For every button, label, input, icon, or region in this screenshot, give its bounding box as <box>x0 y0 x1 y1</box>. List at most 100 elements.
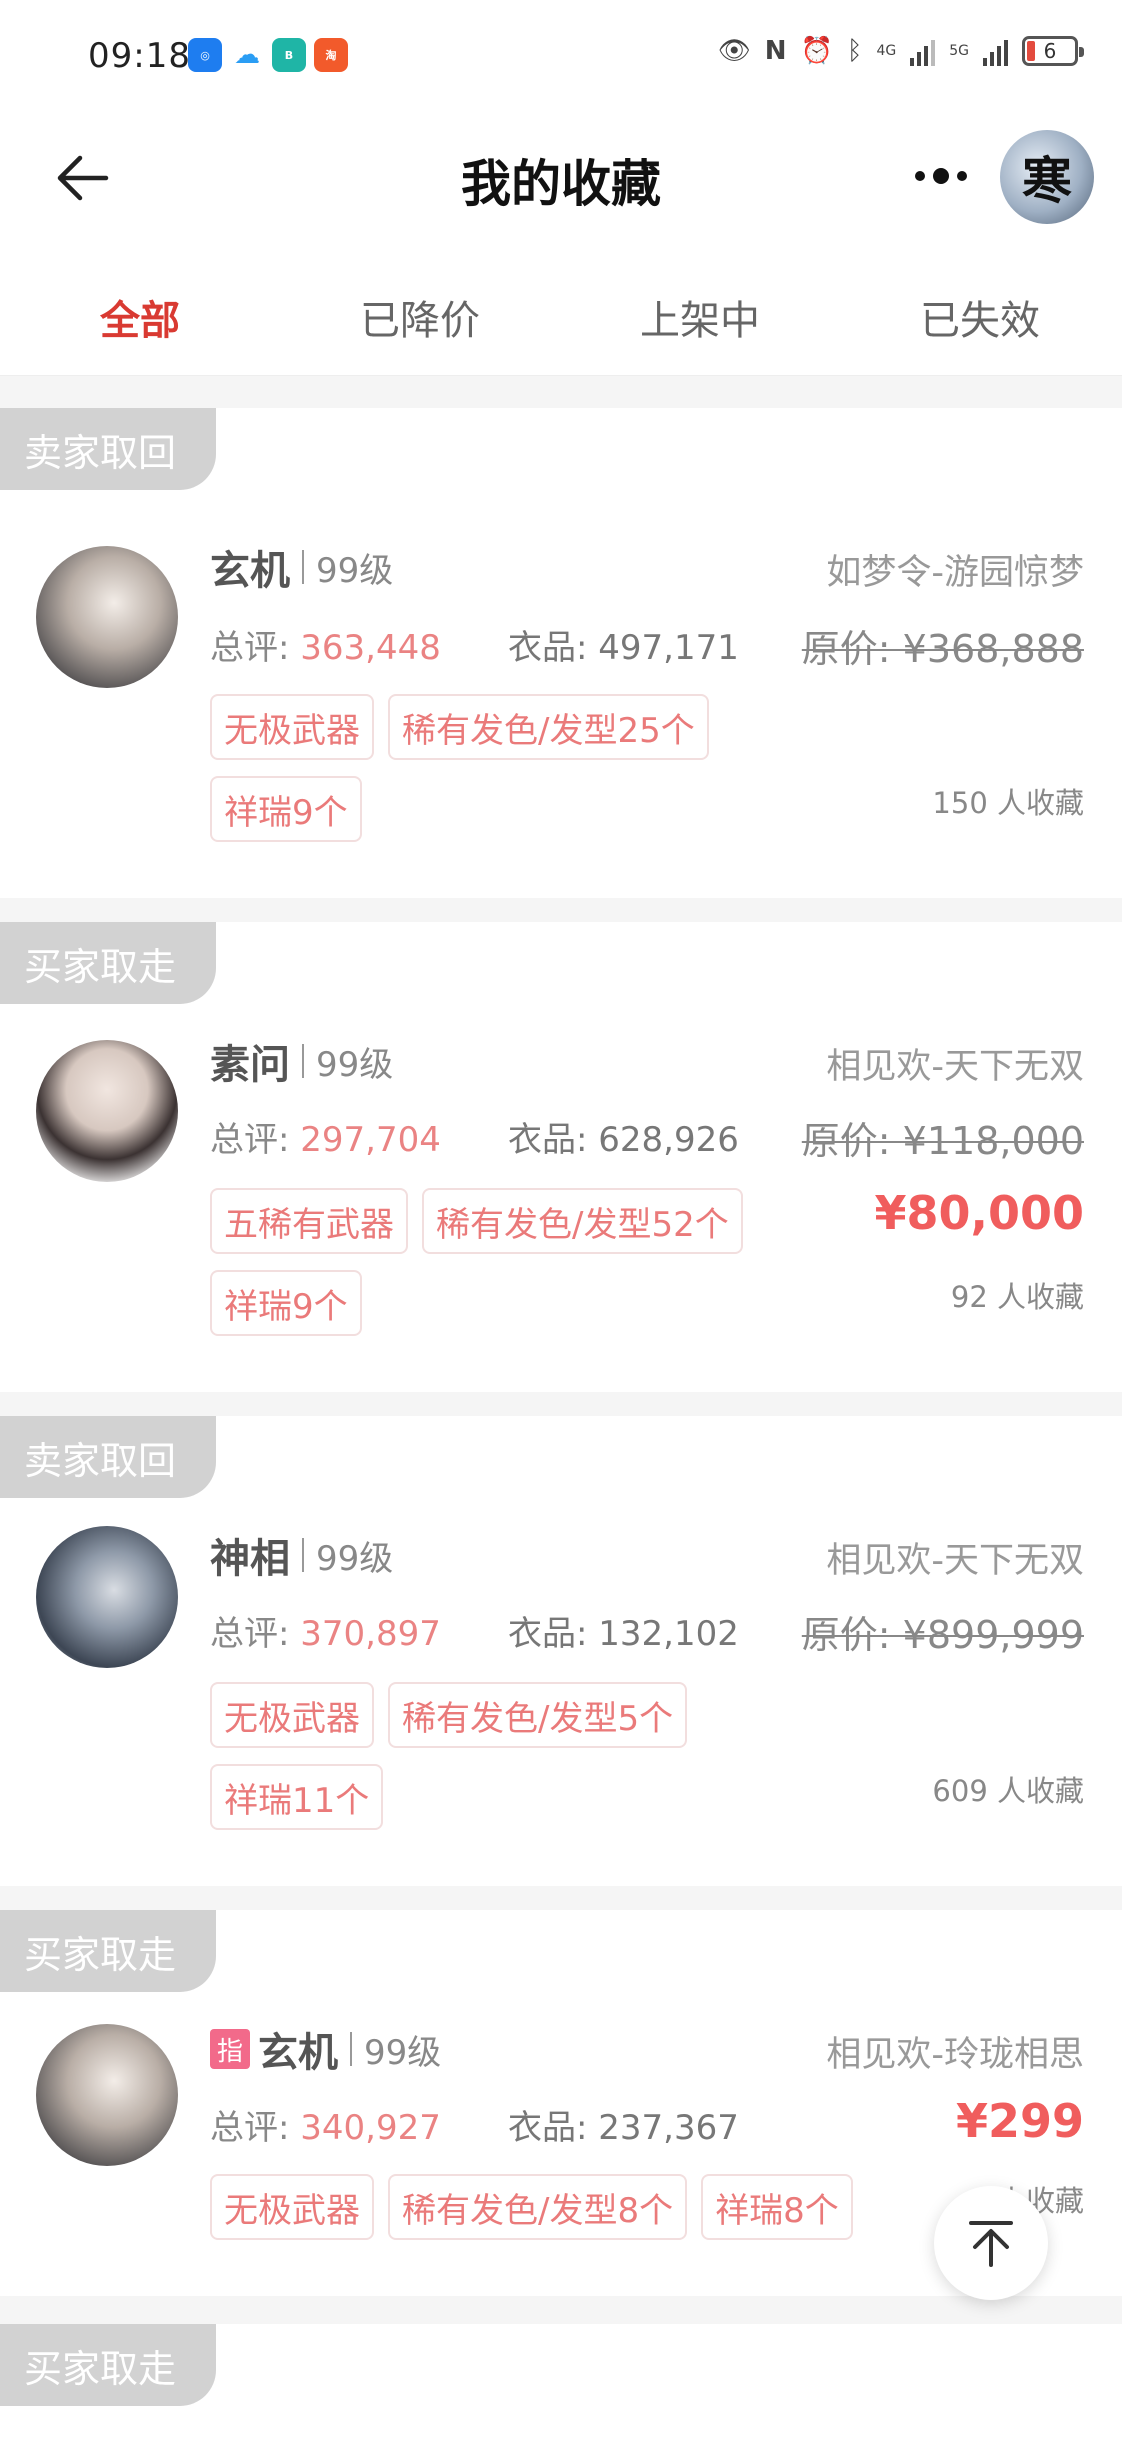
divider <box>302 550 304 584</box>
character-avatar <box>36 546 178 688</box>
taobao-app-icon: 淘 <box>314 38 348 72</box>
score: 总评: 297,704 <box>210 1112 441 1161</box>
network-type-1: 4G <box>876 43 897 59</box>
more-icon-dot <box>957 171 967 181</box>
more-button[interactable] <box>906 156 976 196</box>
score: 总评: 340,927 <box>210 2100 441 2149</box>
bluetooth-icon: ᛒ <box>846 36 863 66</box>
tag-list: 五稀有武器 稀有发色/发型52个 祥瑞9个 <box>210 1188 870 1336</box>
more-icon-dot <box>933 168 949 184</box>
signal-icon <box>910 36 936 66</box>
score-label: 总评: <box>210 1614 301 1654</box>
tag: 祥瑞9个 <box>210 1270 362 1336</box>
divider <box>302 1044 304 1078</box>
score-label: 总评: <box>210 2108 301 2148</box>
nfc-icon: N <box>764 36 787 66</box>
status-label: 买家取走 <box>0 1910 216 1992</box>
status-time: 09:18 <box>88 36 191 76</box>
character-avatar <box>36 1526 178 1668</box>
tag: 祥瑞11个 <box>210 1764 384 1830</box>
character-level: 99级 <box>316 1044 394 1085</box>
character-name: 玄机 <box>210 548 290 594</box>
tab-all[interactable]: 全部 <box>40 288 240 346</box>
character-name: 玄机 <box>258 2030 338 2076</box>
tag: 无极武器 <box>210 2174 374 2240</box>
tag: 祥瑞9个 <box>210 776 362 842</box>
original-price: 原价: ¥118,000 <box>801 1119 1084 1163</box>
character-avatar <box>36 1040 178 1182</box>
score-value: 363,448 <box>300 628 441 668</box>
more-icon <box>915 171 925 181</box>
listing-card[interactable]: 卖家取回 玄机 99级 如梦令-游园惊梦 总评: 363,448 衣品: 497… <box>0 408 1122 898</box>
server-name: 相见欢-玲珑相思 <box>826 2035 1084 2075</box>
character-level: 99级 <box>316 550 394 591</box>
divider <box>302 1538 304 1572</box>
tag-list: 无极武器 稀有发色/发型8个 祥瑞8个 <box>210 2174 910 2240</box>
tag-list: 无极武器 稀有发色/发型5个 祥瑞11个 <box>210 1682 870 1830</box>
character-avatar <box>36 2024 178 2166</box>
score-value: 297,704 <box>300 1120 441 1160</box>
score-label: 总评: <box>210 1120 301 1160</box>
status-bar: 09:18 ◎ ☁ B 淘 👁 N ⏰ ᛒ 4G 5G 6 <box>0 0 1122 110</box>
original-price: 原价: ¥368,888 <box>801 627 1084 671</box>
character-level: 99级 <box>316 1538 394 1579</box>
tag-list: 无极武器 稀有发色/发型25个 祥瑞9个 <box>210 694 870 842</box>
tab-expired[interactable]: 已失效 <box>880 288 1080 346</box>
server-name: 如梦令-游园惊梦 <box>826 553 1084 593</box>
original-price: 原价: ¥899,999 <box>801 1613 1084 1657</box>
listing-card[interactable]: 买家取走 素问 99级 相见欢-天下无双 总评: 297,704 衣品: 628… <box>0 922 1122 1392</box>
character-name-row: 神相 99级 <box>210 1526 393 1584</box>
eye-icon: 👁 <box>717 36 751 66</box>
listing-card[interactable]: 买家取走 <box>0 2324 1122 2442</box>
character-name-row: 玄机 99级 <box>210 538 393 596</box>
system-status: 👁 N ⏰ ᛒ 4G 5G 6 <box>717 36 1084 66</box>
tag: 无极武器 <box>210 694 374 760</box>
user-avatar[interactable]: 寒 <box>1000 130 1094 224</box>
score: 总评: 363,448 <box>210 620 441 669</box>
score-label: 总评: <box>210 628 301 668</box>
cloth-score: 衣品: 237,367 <box>508 2108 739 2148</box>
tag: 五稀有武器 <box>210 1188 408 1254</box>
notification-icons: ◎ ☁ B 淘 <box>188 38 348 72</box>
battery-icon: 6 <box>1022 36 1084 66</box>
server-name: 相见欢-天下无双 <box>826 1047 1084 1087</box>
character-level: 99级 <box>364 2032 442 2073</box>
back-to-top-button[interactable] <box>934 2186 1048 2300</box>
score-value: 370,897 <box>300 1614 441 1654</box>
back-to-top-icon <box>969 2221 1013 2267</box>
nav-bar: 我的收藏 寒 <box>0 110 1122 250</box>
tag: 祥瑞8个 <box>701 2174 853 2240</box>
current-price: ¥80,000 <box>874 1186 1084 1240</box>
tag: 稀有发色/发型25个 <box>388 694 709 760</box>
tag: 稀有发色/发型8个 <box>388 2174 688 2240</box>
divider <box>350 2032 352 2066</box>
chat-notification-icon: ☁ <box>230 38 264 72</box>
tag: 稀有发色/发型5个 <box>388 1682 688 1748</box>
character-name-row: 指 玄机 99级 <box>210 2020 441 2078</box>
filter-tabs: 全部 已降价 上架中 已失效 <box>0 250 1122 376</box>
alarm-icon: ⏰ <box>800 36 833 66</box>
character-name: 素问 <box>210 1042 290 1088</box>
status-label: 卖家取回 <box>0 1416 216 1498</box>
designated-badge: 指 <box>210 2029 250 2069</box>
signal-icon-2 <box>983 36 1008 66</box>
character-name: 神相 <box>210 1536 290 1582</box>
current-price: ¥299 <box>955 2094 1084 2148</box>
network-type-2: 5G <box>949 43 969 59</box>
favorite-count: 92 人收藏 <box>950 1280 1084 1314</box>
favorite-count: 150 人收藏 <box>932 786 1084 820</box>
boss-app-icon: B <box>272 38 306 72</box>
cloth-score: 衣品: 132,102 <box>508 1614 739 1654</box>
character-name-row: 素问 99级 <box>210 1032 393 1090</box>
favorite-count: 609 人收藏 <box>932 1774 1084 1808</box>
status-label: 卖家取回 <box>0 408 216 490</box>
tab-on-sale[interactable]: 上架中 <box>600 288 800 346</box>
server-name: 相见欢-天下无双 <box>826 1541 1084 1581</box>
tab-price-dropped[interactable]: 已降价 <box>320 288 520 346</box>
score: 总评: 370,897 <box>210 1606 441 1655</box>
app-notification-icon: ◎ <box>188 38 222 72</box>
status-label: 买家取走 <box>0 2324 216 2406</box>
listing-card[interactable]: 卖家取回 神相 99级 相见欢-天下无双 总评: 370,897 衣品: 132… <box>0 1416 1122 1886</box>
status-label: 买家取走 <box>0 922 216 1004</box>
tag: 无极武器 <box>210 1682 374 1748</box>
